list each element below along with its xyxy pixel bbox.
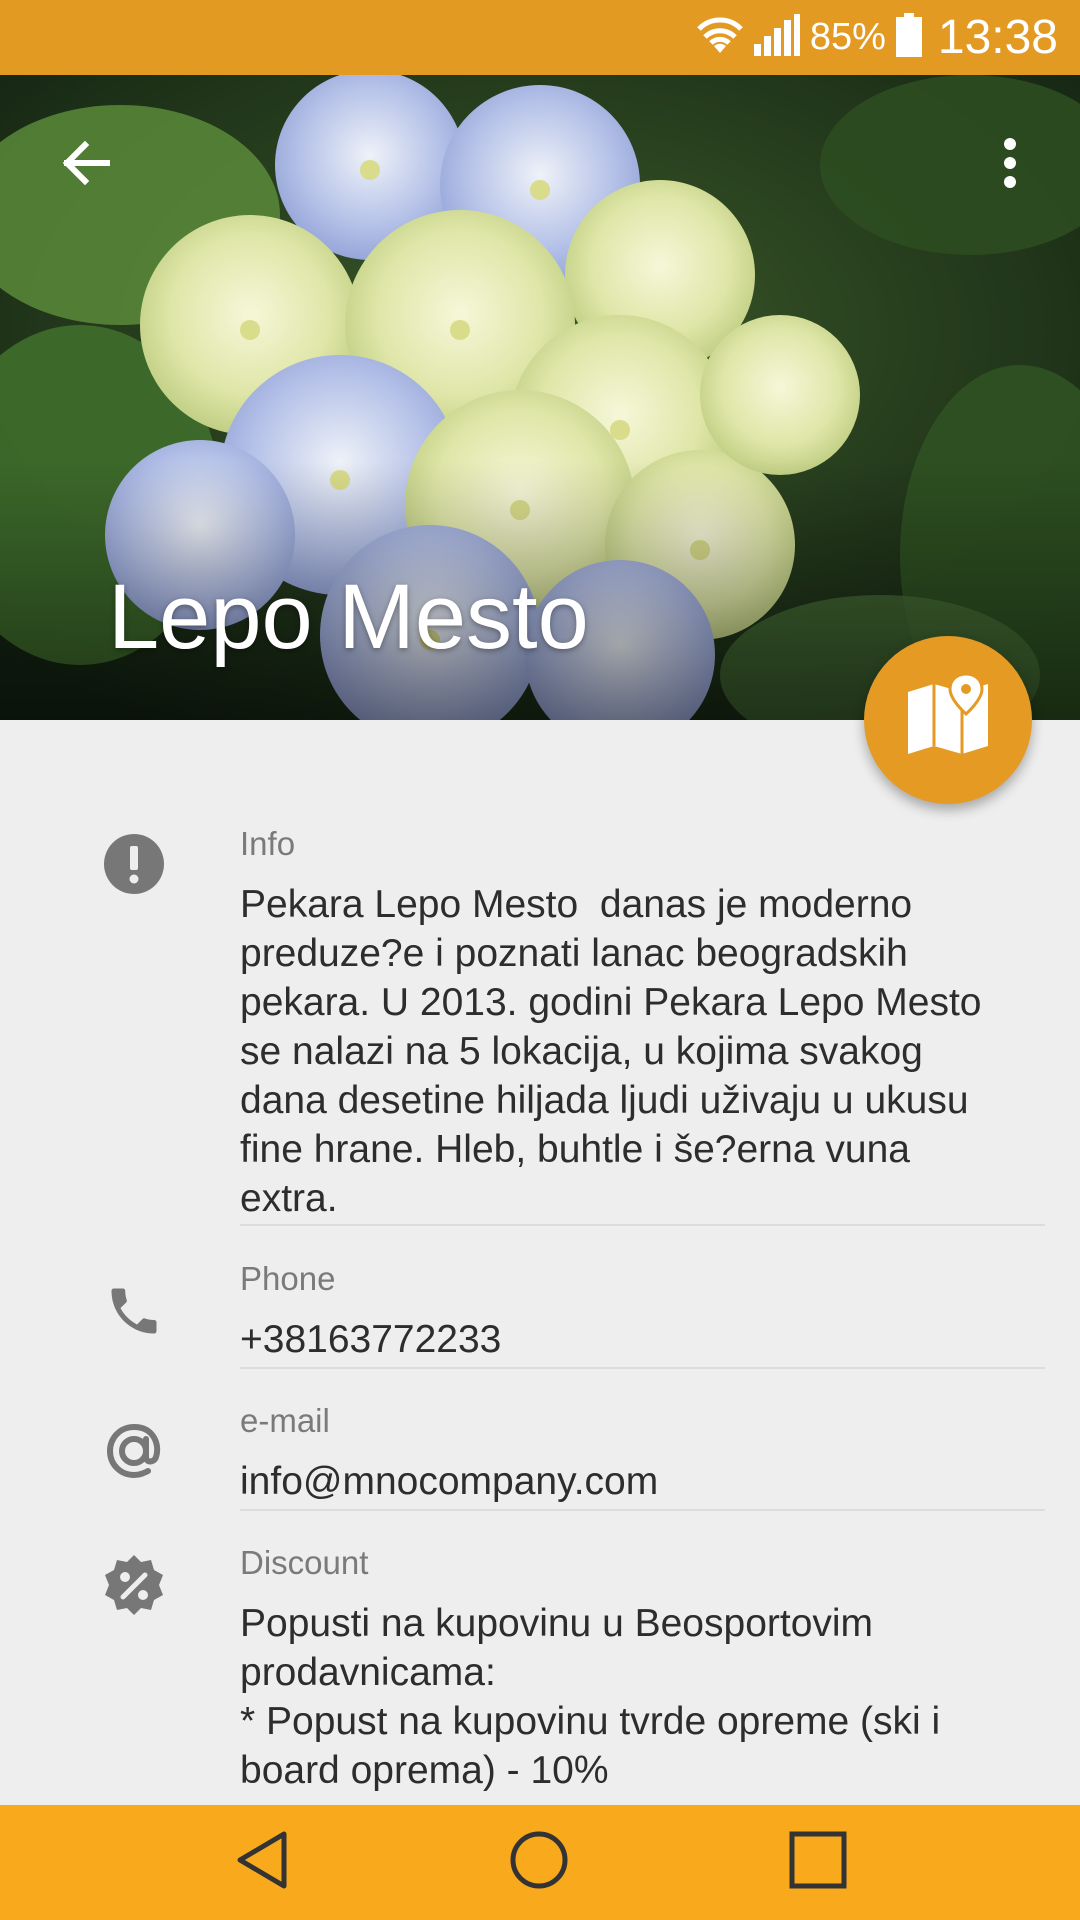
nav-recents-icon xyxy=(788,1830,848,1895)
divider xyxy=(240,1224,1045,1226)
divider xyxy=(240,1367,1045,1369)
discount-value: Popusti na kupovinu u Beosportovim proda… xyxy=(240,1602,941,1792)
clock: 13:38 xyxy=(937,11,1058,64)
phone-value[interactable]: +38163772233 xyxy=(240,1315,1040,1364)
email-label: e-mail xyxy=(240,1402,330,1439)
info-label: Info xyxy=(240,825,296,862)
battery-percent: 85% xyxy=(809,16,886,58)
discount-badge-icon xyxy=(100,1552,168,1620)
status-indicators: 85% 13:38 xyxy=(696,0,1058,75)
divider xyxy=(240,1509,1045,1511)
header-image: Lepo Mesto xyxy=(0,75,1080,720)
phone-label: Phone xyxy=(240,1260,336,1297)
signal-icon xyxy=(753,14,800,61)
nav-recents-button[interactable] xyxy=(778,1825,858,1900)
status-bar: 85% 13:38 xyxy=(0,0,1080,75)
info-value: Pekara Lepo Mesto danas je moderno predu… xyxy=(240,883,982,1220)
map-icon xyxy=(900,670,996,771)
nav-home-icon xyxy=(508,1829,570,1896)
nav-home-button[interactable] xyxy=(499,1825,579,1900)
nav-back-button[interactable] xyxy=(222,1825,302,1900)
navigation-bar xyxy=(0,1805,1080,1920)
overflow-menu-button[interactable] xyxy=(980,125,1040,205)
email-value[interactable]: info@mnocompany.com xyxy=(240,1457,1040,1506)
nav-back-icon xyxy=(232,1829,292,1896)
page-title: Lepo Mesto xyxy=(108,566,589,668)
at-sign-icon xyxy=(100,1417,168,1485)
phone-icon xyxy=(100,1277,168,1345)
map-button[interactable] xyxy=(864,636,1032,804)
wifi-icon xyxy=(696,15,744,60)
discount-label: Discount xyxy=(240,1544,369,1581)
battery-icon xyxy=(895,13,922,62)
more-vert-icon xyxy=(1002,137,1018,194)
arrow-back-icon xyxy=(59,137,111,194)
back-button[interactable] xyxy=(45,125,125,205)
alert-circle-icon xyxy=(100,830,168,898)
